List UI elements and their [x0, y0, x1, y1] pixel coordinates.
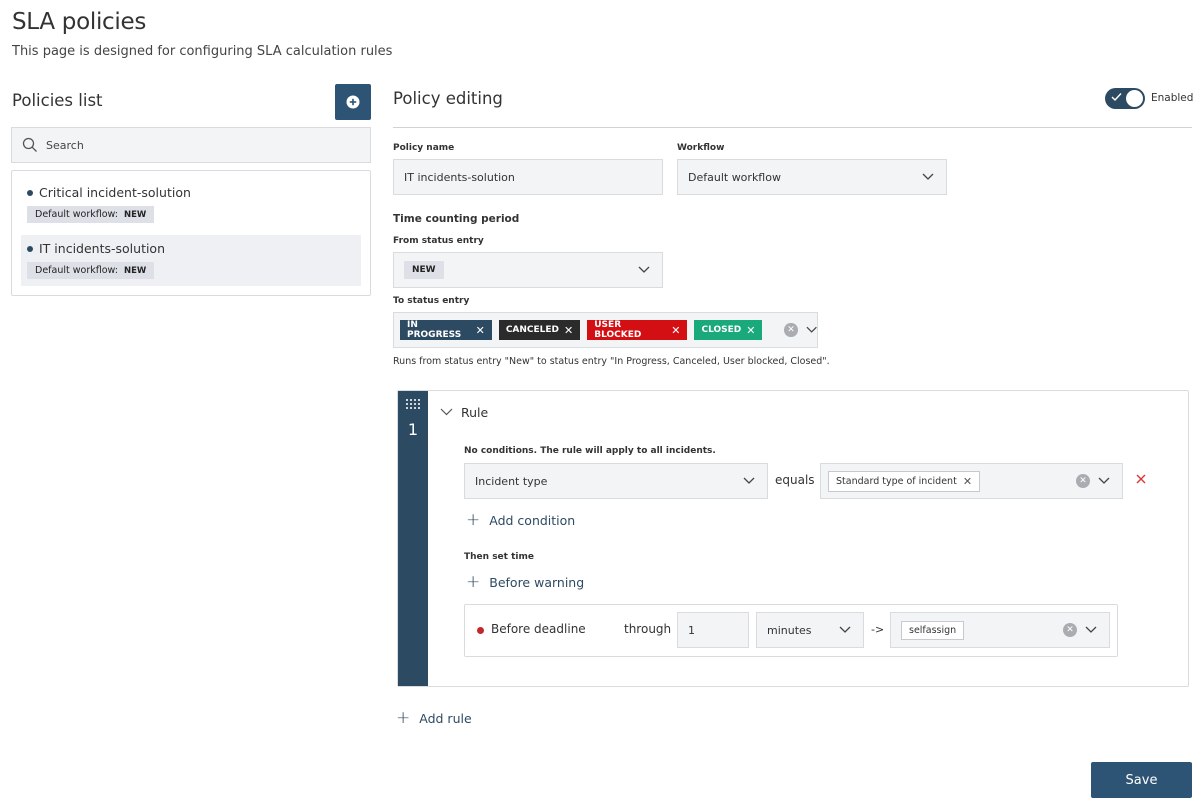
- clear-icon[interactable]: ✕: [1076, 474, 1090, 488]
- workflow-select[interactable]: Default workflow: [677, 159, 947, 195]
- chevron-down-icon[interactable]: [1098, 477, 1110, 485]
- chevron-down-icon: [839, 626, 851, 633]
- chevron-down-icon: [922, 173, 934, 180]
- deadline-status-dot: [477, 627, 484, 634]
- arrow-label: ->: [871, 623, 885, 636]
- rule-number: 1: [407, 420, 419, 439]
- check-icon: [1111, 93, 1122, 102]
- workflow-label: Workflow: [677, 143, 725, 153]
- workflow-value: Default workflow: [688, 170, 781, 184]
- no-conditions-note: No conditions. The rule will apply to al…: [464, 446, 716, 456]
- toggle-knob: [1126, 90, 1143, 107]
- before-warning-label: Before warning: [489, 575, 585, 590]
- time-counting-period-title: Time counting period: [393, 213, 520, 225]
- policy-item-it-incidents-solution[interactable]: IT incidents-solution Default workflow: N…: [21, 235, 361, 286]
- tag-label: IN PROGRESS: [407, 320, 462, 340]
- policy-dot: [27, 189, 33, 196]
- chevron-down-icon[interactable]: [806, 326, 817, 334]
- remove-tag-icon[interactable]: ✕: [564, 324, 573, 337]
- page-subtitle: This page is designed for configuring SL…: [12, 44, 393, 59]
- chevron-down-icon[interactable]: [1085, 626, 1097, 634]
- chevron-down-icon[interactable]: [440, 405, 453, 419]
- workflow-badge: Default workflow: NEW: [27, 262, 155, 279]
- tag-label: CANCELED: [505, 325, 560, 335]
- through-label: through: [624, 622, 672, 636]
- chevron-down-icon: [638, 266, 650, 273]
- deadline-units-select[interactable]: minutes: [756, 612, 864, 648]
- workflow-badge: Default workflow: NEW: [27, 206, 155, 223]
- rule-title: Rule: [461, 405, 489, 420]
- add-condition-label: Add condition: [489, 513, 576, 528]
- workflow-badge-status: NEW: [123, 210, 147, 220]
- policies-list-title: Policies list: [12, 91, 103, 110]
- search-input[interactable]: [46, 138, 346, 152]
- tag-label: CLOSED: [701, 325, 742, 335]
- plus-icon: +: [396, 708, 411, 728]
- page-title: SLA policies: [12, 9, 147, 35]
- policy-item-critical-incident-solution[interactable]: Critical incident-solution Default workf…: [21, 179, 361, 230]
- then-set-time-label: Then set time: [464, 552, 534, 562]
- clear-icon[interactable]: ✕: [1063, 623, 1077, 637]
- enabled-toggle[interactable]: [1105, 88, 1145, 109]
- policy-dot: [27, 245, 33, 252]
- policy-name: Critical incident-solution: [39, 185, 191, 200]
- action-chip: selfassign: [901, 620, 965, 640]
- from-status-select[interactable]: NEW: [393, 252, 663, 288]
- chevron-down-icon: [743, 477, 755, 484]
- deadline-action-select[interactable]: selfassign ✕: [890, 612, 1110, 648]
- from-status-chip: NEW: [404, 261, 444, 279]
- delete-condition-icon[interactable]: [1134, 472, 1148, 486]
- to-status-tag: USER BLOCKED ✕: [587, 320, 688, 340]
- condition-value-select[interactable]: Standard type of incident ✕ ✕: [820, 463, 1123, 499]
- workflow-badge-label: Default workflow:: [35, 265, 118, 276]
- add-rule-button[interactable]: + Add rule: [396, 710, 472, 727]
- condition-value-chip: Standard type of incident ✕: [828, 470, 981, 492]
- add-policy-button[interactable]: [335, 84, 371, 120]
- from-status-label: From status entry: [393, 236, 484, 246]
- condition-field-value: Incident type: [475, 474, 548, 488]
- policy-name-input[interactable]: [404, 170, 644, 184]
- drag-handle-icon[interactable]: [406, 398, 420, 412]
- remove-tag-icon[interactable]: ✕: [671, 324, 680, 337]
- plus-icon: +: [466, 510, 481, 530]
- to-status-label: To status entry: [393, 296, 470, 306]
- tag-label: USER BLOCKED: [594, 320, 642, 340]
- enabled-label: Enabled: [1151, 92, 1194, 104]
- condition-field-select[interactable]: Incident type: [464, 463, 768, 499]
- to-status-tag: CANCELED ✕: [498, 320, 581, 340]
- policy-list: Critical incident-solution Default workf…: [11, 170, 371, 296]
- clear-icon[interactable]: ✕: [784, 323, 798, 337]
- add-before-warning-button[interactable]: + Before warning: [466, 574, 584, 591]
- search-box: [11, 127, 371, 163]
- policy-name-field: [393, 159, 663, 195]
- divider: [393, 127, 1192, 128]
- workflow-badge-status: NEW: [123, 266, 147, 276]
- search-icon: [22, 137, 37, 152]
- save-button[interactable]: Save: [1091, 762, 1192, 798]
- plus-icon: +: [466, 572, 481, 592]
- condition-operator: equals: [775, 473, 815, 487]
- remove-tag-icon[interactable]: ✕: [476, 324, 485, 337]
- workflow-badge-label: Default workflow:: [35, 209, 118, 220]
- remove-chip-icon[interactable]: ✕: [963, 475, 972, 488]
- chip-label: Standard type of incident: [836, 475, 957, 487]
- deadline-amount-input[interactable]: [688, 623, 738, 637]
- plus-circle-icon: [346, 95, 360, 109]
- policy-name: IT incidents-solution: [39, 241, 166, 256]
- policy-editing-title: Policy editing: [393, 89, 503, 108]
- to-status-tag: IN PROGRESS ✕: [400, 320, 492, 340]
- remove-tag-icon[interactable]: ✕: [746, 324, 755, 337]
- runs-note: Runs from status entry "New" to status e…: [393, 356, 830, 367]
- to-status-select[interactable]: IN PROGRESS ✕ CANCELED ✕ USER BLOCKED ✕ CLO…: [393, 312, 818, 348]
- add-condition-button[interactable]: + Add condition: [466, 512, 575, 529]
- units-value: minutes: [767, 623, 812, 637]
- to-status-tag: CLOSED ✕: [694, 320, 763, 340]
- add-rule-label: Add rule: [419, 711, 472, 726]
- deadline-label: Before deadline: [491, 622, 586, 636]
- deadline-amount-field: [677, 612, 749, 648]
- policy-name-label: Policy name: [393, 143, 455, 153]
